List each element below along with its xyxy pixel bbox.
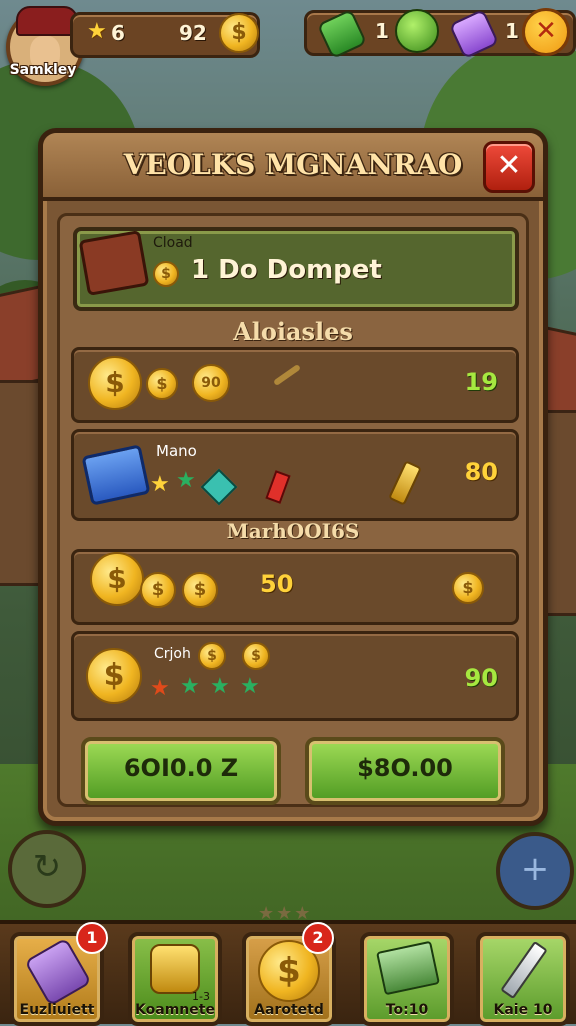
refresh-button[interactable]: ↻: [8, 830, 86, 908]
gold-ring-icon: [150, 944, 200, 994]
star-icon: ★: [87, 19, 107, 44]
shop-row-3[interactable]: $ $ $ 50 $: [71, 549, 519, 625]
level-coins-bar: ★ 6 92 $: [70, 12, 260, 58]
green-gem-icon: [316, 8, 368, 60]
coin-icon: $: [146, 368, 178, 400]
shop-row-4[interactable]: $ Crjoh $ $ ★ ★ ★ ★ 90: [71, 631, 519, 721]
green-orb-icon: [395, 9, 439, 53]
wallet-icon: [78, 230, 150, 296]
hud-close-button[interactable]: ✕: [522, 8, 570, 56]
big-coin-icon: $: [86, 648, 142, 704]
shop-panel: VEOLKS MGNANRAO ✕ Cload $ 1 Do Dompet Al…: [38, 128, 548, 826]
small-coin-icon: $: [153, 261, 179, 287]
hat-icon: [16, 6, 78, 36]
green-star-icon: ★: [180, 674, 200, 699]
wallet-label: Cload: [153, 235, 193, 251]
coin-count: 92: [179, 21, 207, 45]
shop-row-2[interactable]: Mano ★ ★ 80: [71, 429, 519, 521]
coin-icon: $: [140, 572, 176, 608]
row-1-value: 19: [464, 368, 498, 396]
coin-icon: $: [219, 13, 259, 53]
buy-button-left[interactable]: 6OI0.0 Z: [81, 737, 281, 805]
row-2-label: Mano: [156, 442, 197, 460]
buy-button-right[interactable]: $8O.00: [305, 737, 505, 805]
tab-cash-label: To:10: [385, 1002, 429, 1018]
red-gem-icon: [265, 470, 291, 504]
player-level: 6: [111, 21, 125, 45]
cash-stack-icon: [376, 940, 440, 996]
purple-gem-icon: [448, 8, 500, 60]
gold-bar-icon: [387, 460, 423, 506]
green-star-icon: ★: [176, 468, 196, 493]
row-4-value: 90: [464, 664, 498, 692]
green-star-icon: ★: [240, 674, 260, 699]
twig-icon: [272, 363, 302, 387]
coin-icon: $: [198, 642, 226, 670]
plus-button[interactable]: +: [496, 832, 574, 910]
tab-cash[interactable]: To:10: [360, 932, 454, 1026]
player-name: Samkley: [9, 62, 77, 78]
tab-sword-label: Kaie 10: [493, 1002, 553, 1018]
gold-star-icon: ★: [150, 472, 170, 497]
panel-header: VEOLKS MGNANRAO ✕: [43, 133, 543, 201]
row-2-value: 80: [464, 458, 498, 486]
wallet-value: 1 Do Dompet: [191, 255, 382, 285]
coin-icon: $: [182, 572, 218, 608]
tab-coins-label: Aarotetd: [254, 1002, 324, 1018]
tab-tools-label: Euzliuiett: [19, 1002, 95, 1018]
coin-stack-icon: $: [88, 356, 142, 410]
tab-coins-badge: 2: [302, 922, 334, 954]
coin-icon: $: [242, 642, 270, 670]
coin-stack-icon: $: [90, 552, 144, 606]
red-crown-icon: ★: [150, 676, 170, 701]
coin-icon: 90: [192, 364, 230, 402]
panel-title: VEOLKS MGNANRAO: [123, 148, 463, 181]
blue-ticket-icon: [81, 444, 151, 506]
sword-icon: [500, 940, 548, 1000]
tab-sword[interactable]: Kaie 10: [476, 932, 570, 1026]
tab-koamnete[interactable]: 1-3 Koamnete: [128, 932, 222, 1026]
tab-tools-badge: 1: [76, 922, 108, 954]
shop-row-1[interactable]: $ $ 90 19: [71, 347, 519, 423]
panel-close-button[interactable]: ✕: [483, 141, 535, 193]
tab-koamnete-label: Koamnete: [135, 1002, 215, 1018]
green-star-icon: ★: [210, 674, 230, 699]
green-gem-count: 1: [375, 19, 389, 43]
section-title-second: MarhOOI6S: [226, 519, 360, 543]
teal-gem-icon: [200, 468, 238, 506]
coin-icon: $: [452, 572, 484, 604]
row-4-label: Crjoh: [154, 646, 191, 662]
row-3-center-value: 50: [260, 570, 294, 598]
section-title-first: Aloiasles: [233, 317, 353, 346]
purple-gem-count: 1: [505, 19, 519, 43]
